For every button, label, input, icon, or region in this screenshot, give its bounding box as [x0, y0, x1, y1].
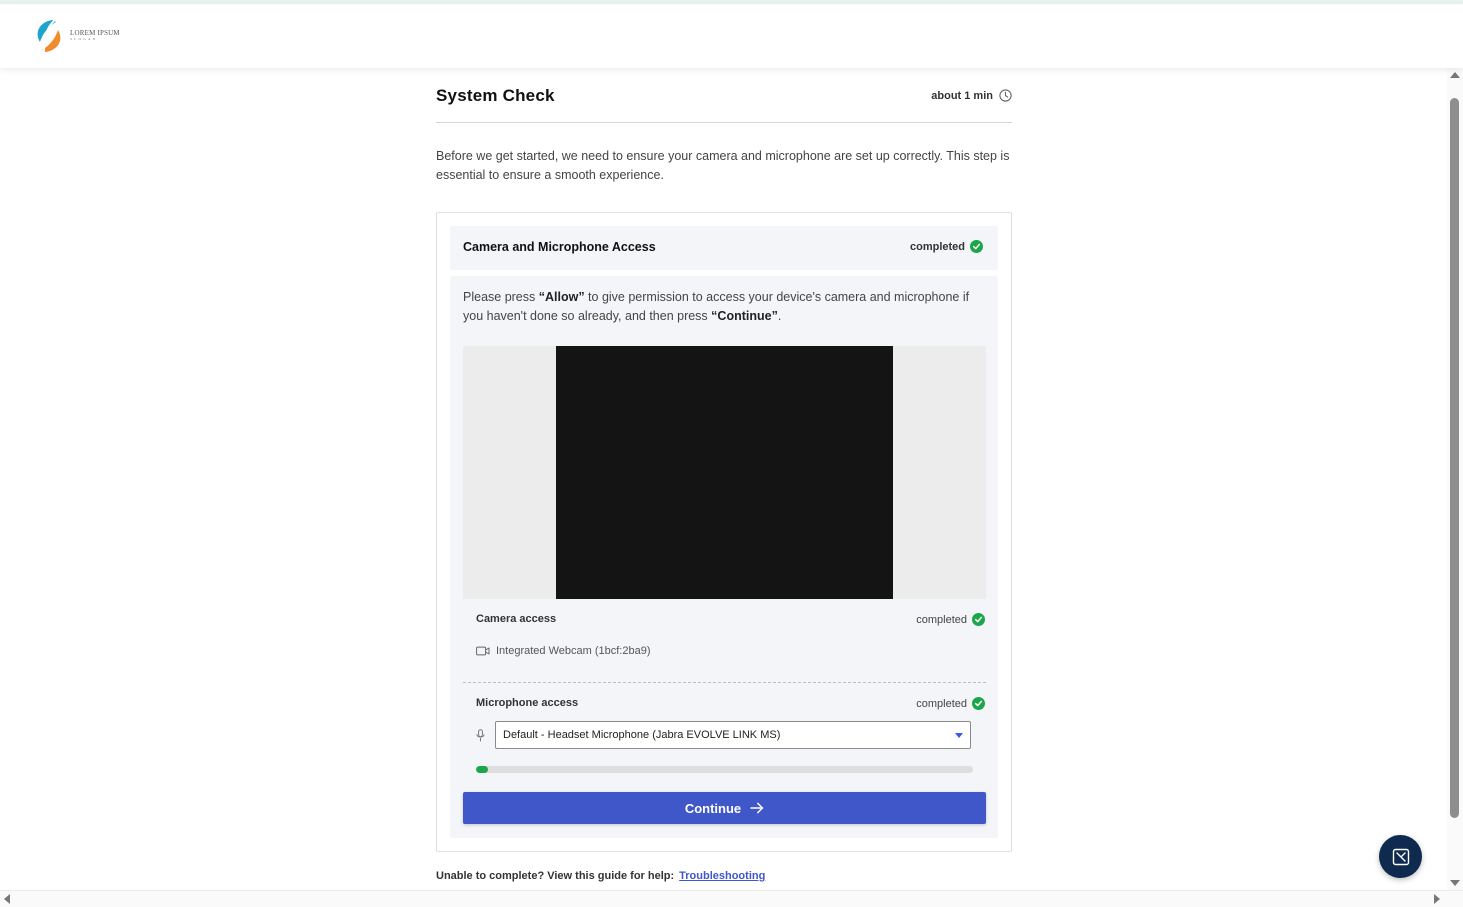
- logo-mark-icon: [37, 20, 61, 52]
- help-text: Unable to complete? View this guide for …: [436, 870, 765, 882]
- microphone-selected-value: Default - Headset Microphone (Jabra EVOL…: [503, 729, 781, 741]
- card-status-text: completed: [909, 240, 965, 253]
- logo-slogan: SLOGAN: [70, 37, 98, 42]
- scroll-down-icon[interactable]: [1450, 880, 1460, 886]
- troubleshooting-link[interactable]: Troubleshooting: [679, 870, 765, 882]
- title-row: System Check about 1 min: [436, 86, 1012, 123]
- camera-status-text: completed: [916, 613, 967, 626]
- microphone-access-label: Microphone access: [476, 697, 579, 709]
- camera-access-label: Camera access: [476, 613, 557, 625]
- duration-indicator: about 1 min: [931, 89, 1012, 102]
- brand-logo[interactable]: LOREM IPSUM SLOGAN: [32, 18, 120, 54]
- duration-text: about 1 min: [931, 89, 993, 102]
- chat-icon: [1392, 848, 1409, 865]
- arrow-right-icon: [750, 802, 764, 814]
- vertical-scroll-thumb[interactable]: [1450, 98, 1459, 818]
- chat-button[interactable]: [1379, 835, 1422, 878]
- card-body: Please press “Allow” to give permission …: [450, 276, 998, 838]
- microphone-status-text: completed: [916, 697, 967, 710]
- camera-device: Integrated Webcam (1bcf:2ba9): [476, 645, 651, 657]
- card-title: Camera and Microphone Access: [463, 240, 656, 254]
- scroll-up-icon[interactable]: [1450, 72, 1460, 78]
- check-circle-icon: [970, 240, 983, 253]
- scroll-left-icon[interactable]: [4, 894, 10, 904]
- microphone-level-fill: [476, 766, 489, 773]
- microphone-access-status: completed: [916, 697, 985, 710]
- microphone-select[interactable]: Default - Headset Microphone (Jabra EVOL…: [495, 721, 971, 749]
- camera-device-name: Integrated Webcam (1bcf:2ba9): [496, 645, 651, 657]
- vertical-scrollbar[interactable]: [1447, 68, 1463, 890]
- logo-text: LOREM IPSUM SLOGAN: [70, 30, 120, 42]
- camera-mic-card: Camera and Microphone Access completed P…: [436, 212, 1012, 852]
- microphone-level-meter: [476, 766, 973, 773]
- intro-text: Before we get started, we need to ensure…: [436, 149, 1010, 182]
- camera-preview: [556, 346, 893, 599]
- check-circle-icon: [972, 697, 985, 710]
- chevron-down-icon: [955, 733, 963, 738]
- webcam-icon: [476, 646, 490, 656]
- help-message: Unable to complete? View this guide for …: [436, 870, 675, 882]
- instructions-allow: “Allow”: [538, 290, 585, 304]
- video-preview-frame: [463, 346, 986, 599]
- card-header: Camera and Microphone Access completed: [450, 226, 998, 270]
- clock-icon: [999, 89, 1012, 102]
- permission-instructions: Please press “Allow” to give permission …: [463, 288, 991, 326]
- camera-access-status: completed: [916, 613, 985, 626]
- section-divider: [463, 682, 986, 683]
- instructions-text-1: Please press: [463, 290, 539, 304]
- horizontal-scrollbar[interactable]: [0, 890, 1463, 907]
- check-circle-icon: [972, 613, 985, 626]
- page-title: System Check: [436, 86, 555, 105]
- continue-label: Continue: [684, 800, 742, 816]
- top-header: LOREM IPSUM SLOGAN: [0, 4, 1463, 68]
- scroll-right-icon[interactable]: [1434, 894, 1440, 904]
- instructions-text-3: .: [777, 309, 782, 323]
- instructions-continue: “Continue”: [711, 309, 778, 323]
- continue-button[interactable]: Continue: [463, 792, 986, 824]
- microphone-icon: [476, 729, 485, 742]
- logo-name: LOREM IPSUM: [70, 29, 120, 38]
- card-status: completed: [910, 240, 983, 253]
